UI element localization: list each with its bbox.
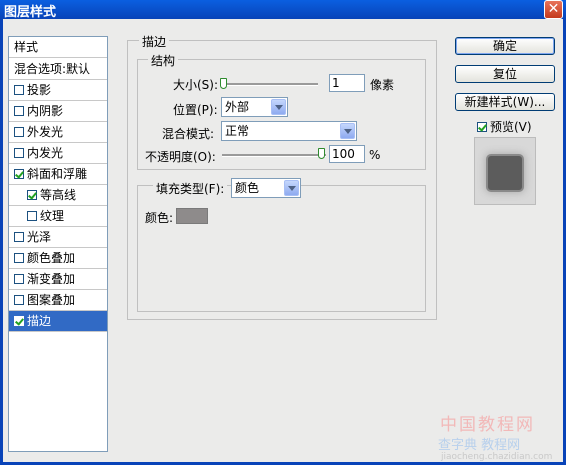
checkbox-icon[interactable]	[14, 169, 24, 179]
chevron-down-icon[interactable]	[340, 123, 355, 139]
checkbox-icon[interactable]	[14, 316, 24, 326]
style-list-item-label: 图案叠加	[27, 293, 76, 307]
checkbox-icon[interactable]	[14, 274, 24, 284]
size-slider-thumb[interactable]	[220, 78, 227, 89]
style-list-item[interactable]: 外发光	[9, 122, 107, 143]
style-list-item[interactable]: 斜面和浮雕	[9, 164, 107, 185]
window-title: 图层样式	[4, 5, 57, 20]
style-list-item[interactable]: 等高线	[9, 185, 107, 206]
color-swatch[interactable]	[176, 208, 208, 224]
blend-mode-select[interactable]: 正常	[221, 121, 357, 141]
reset-button[interactable]: 复位	[455, 65, 555, 83]
style-list-item-label: 描边	[27, 314, 52, 328]
style-list-item[interactable]: 投影	[9, 80, 107, 101]
checkbox-icon[interactable]	[477, 122, 487, 132]
opacity-unit: %	[369, 148, 381, 162]
fill-group	[137, 185, 426, 312]
size-slider-track[interactable]	[222, 83, 318, 86]
watermark-text: 查字典 教程网	[438, 438, 521, 453]
watermark-url: jiaocheng.chazidian.com	[441, 452, 553, 462]
styles-header-label: 样式	[14, 40, 39, 54]
style-list-item[interactable]: 光泽	[9, 227, 107, 248]
title-bar: 图层样式 ✕	[0, 0, 566, 20]
blend-mode-label: 混合模式:	[162, 127, 215, 141]
checkbox-icon[interactable]	[14, 232, 24, 242]
style-list-item[interactable]: 描边	[9, 311, 107, 332]
style-list-item[interactable]: 颜色叠加	[9, 248, 107, 269]
position-value: 外部	[225, 100, 250, 114]
size-unit: 像素	[370, 78, 395, 92]
watermark-text: 中国教程网	[440, 415, 535, 435]
checkbox-icon[interactable]	[27, 211, 37, 221]
style-list-item-label: 投影	[27, 83, 52, 97]
close-button[interactable]: ✕	[544, 0, 563, 19]
size-input[interactable]: 1	[329, 74, 365, 92]
ok-button[interactable]: 确定	[455, 37, 555, 55]
style-list-item-label: 外发光	[27, 125, 64, 139]
color-label: 颜色:	[145, 211, 174, 225]
preview-label: 预览(V)	[490, 120, 532, 134]
checkbox-icon[interactable]	[27, 190, 37, 200]
position-label: 位置(P):	[173, 103, 218, 117]
style-list-item[interactable]: 纹理	[9, 206, 107, 227]
style-list-item-label: 混合选项:默认	[14, 62, 91, 76]
fill-type-value: 颜色	[235, 181, 260, 195]
stroke-group-title: 描边	[139, 33, 170, 50]
style-list-item-label: 内发光	[27, 146, 64, 160]
structure-group-title: 结构	[148, 52, 179, 69]
checkbox-icon[interactable]	[14, 106, 24, 116]
opacity-slider-thumb[interactable]	[318, 148, 325, 159]
opacity-label: 不透明度(O):	[145, 150, 216, 164]
style-list-item-label: 渐变叠加	[27, 272, 76, 286]
checkbox-icon[interactable]	[14, 253, 24, 263]
fill-type-label: 填充类型(F):	[153, 180, 228, 197]
preview-thumbnail	[488, 156, 522, 190]
position-select[interactable]: 外部	[221, 97, 288, 117]
chevron-down-icon[interactable]	[284, 180, 299, 196]
blend-mode-value: 正常	[225, 124, 250, 138]
opacity-slider-track[interactable]	[222, 154, 326, 157]
checkbox-icon[interactable]	[14, 295, 24, 305]
style-list-item[interactable]: 渐变叠加	[9, 269, 107, 290]
checkbox-icon[interactable]	[14, 148, 24, 158]
style-preview	[474, 137, 536, 205]
style-list-item[interactable]: 图案叠加	[9, 290, 107, 311]
styles-list: 样式 混合选项:默认投影内阴影外发光内发光斜面和浮雕等高线纹理光泽颜色叠加渐变叠…	[8, 36, 108, 452]
style-list-item-label: 斜面和浮雕	[27, 167, 88, 181]
style-list-item-label: 光泽	[27, 230, 52, 244]
size-label: 大小(S):	[173, 78, 219, 92]
style-list-item-label: 内阴影	[27, 104, 64, 118]
styles-list-header[interactable]: 样式	[9, 37, 107, 58]
preview-checkbox[interactable]: 预览(V)	[477, 118, 532, 135]
chevron-down-icon[interactable]	[271, 99, 286, 115]
style-list-item-label: 纹理	[40, 209, 65, 223]
fill-type-select[interactable]: 颜色	[231, 178, 301, 198]
style-list-item[interactable]: 混合选项:默认	[9, 59, 107, 80]
style-list-item[interactable]: 内阴影	[9, 101, 107, 122]
checkbox-icon[interactable]	[14, 127, 24, 137]
style-list-item-label: 等高线	[40, 188, 77, 202]
style-list-item-label: 颜色叠加	[27, 251, 76, 265]
close-icon: ✕	[547, 1, 560, 17]
checkbox-icon[interactable]	[14, 85, 24, 95]
new-style-button[interactable]: 新建样式(W)...	[455, 93, 555, 111]
style-list-item[interactable]: 内发光	[9, 143, 107, 164]
opacity-input[interactable]: 100	[329, 145, 365, 163]
